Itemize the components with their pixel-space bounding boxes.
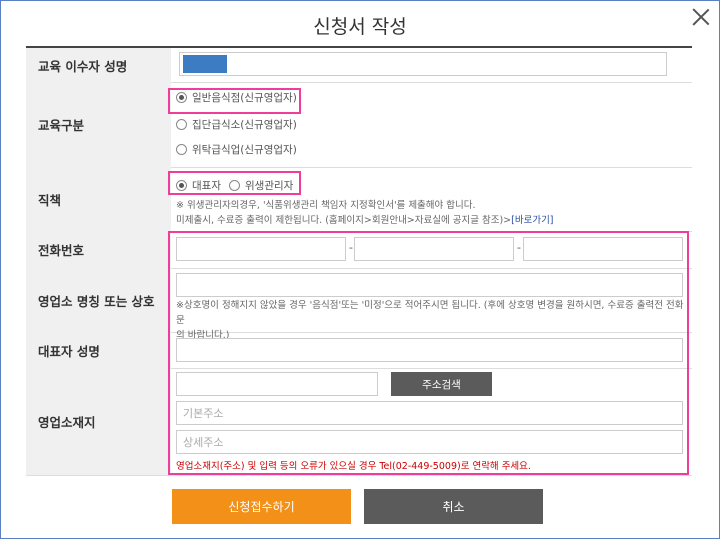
detail-address-input[interactable] [176, 430, 683, 454]
row-trainee-name: 교육 이수자 성명 [26, 48, 692, 83]
submit-application-button[interactable]: 신청접수하기 [172, 489, 351, 524]
address-warning: 영업소재지(주소) 및 입력 등의 오류가 있으실 경우 Tel(02-449-… [176, 461, 531, 472]
role-option-label: 대표자 [192, 180, 221, 192]
radio-unchecked-icon [229, 180, 240, 191]
row-phone: 전화번호 - - [26, 231, 692, 269]
role-note: ※ 위생관리자의경우, '식품위생관리 책임자 지정확인서'를 제출해야 합니다… [176, 198, 686, 228]
phone-label: 전화번호 [26, 231, 171, 268]
business-name-note-line1: ※상호명이 정해지지 않았을 경우 '음식점'또는 '미정'으로 적어주시면 됩… [176, 300, 684, 326]
business-name-input[interactable] [176, 273, 683, 297]
ceo-name-input[interactable] [176, 338, 683, 362]
shortcut-link[interactable]: [바로가기] [511, 215, 553, 226]
basic-address-input[interactable] [176, 401, 683, 425]
address-search-button[interactable]: 주소검색 [391, 372, 492, 396]
radio-checked-icon [176, 180, 187, 191]
edu-type-option-label: 위탁급식업(신규영업자) [192, 144, 297, 156]
radio-checked-icon [176, 92, 187, 103]
edu-type-option-label: 일반음식점(신규영업자) [192, 92, 297, 104]
phone-part1-input[interactable] [176, 237, 346, 261]
role-option-hygiene-manager[interactable]: 위생관리자 [229, 178, 293, 193]
edu-type-option-label: 집단급식소(신규영업자) [192, 119, 297, 131]
phone-part2-input[interactable] [354, 237, 514, 261]
edu-type-option-general[interactable]: 일반음식점(신규영업자) [176, 90, 297, 105]
application-form: 교육 이수자 성명 교육구분 일반음식점(신규영업자) 집단급식소(신규영업자)… [26, 46, 692, 476]
address-label: 영업소재지 [26, 368, 171, 475]
row-edu-type: 교육구분 일반음식점(신규영업자) 집단급식소(신규영업자) 위탁급식업(신규영… [26, 82, 692, 168]
row-role: 직책 대표자 위생관리자 ※ 위생관리자의경우, '식품위생관리 책임자 지정확… [26, 167, 692, 232]
dialog-title: 신청서 작성 [313, 16, 407, 38]
edu-type-option-consign[interactable]: 위탁급식업(신규영업자) [176, 142, 297, 157]
trainee-name-redacted [183, 55, 227, 73]
trainee-name-field[interactable] [179, 52, 667, 76]
edu-type-label: 교육구분 [26, 82, 171, 167]
role-option-ceo[interactable]: 대표자 [176, 178, 221, 193]
role-option-label: 위생관리자 [245, 180, 294, 192]
radio-unchecked-icon [176, 144, 187, 155]
trainee-name-label: 교육 이수자 성명 [26, 48, 171, 82]
phone-part3-input[interactable] [523, 237, 683, 261]
row-business-name: 영업소 명칭 또는 상호 ※상호명이 정해지지 않았을 경우 '음식점'또는 '… [26, 268, 692, 341]
phone-separator: - [349, 241, 353, 254]
role-note-line2: 미제출시, 수료증 출력이 제한됩니다. (홈페이지>회원안내>자료실에 공지글… [176, 215, 512, 226]
edu-type-option-group[interactable]: 집단급식소(신규영업자) [176, 117, 297, 132]
phone-separator: - [517, 241, 521, 254]
radio-unchecked-icon [176, 119, 187, 130]
ceo-name-label: 대표자 성명 [26, 332, 171, 368]
close-icon[interactable] [690, 6, 712, 28]
row-address: 영업소재지 주소검색 영업소재지(주소) 및 입력 등의 오류가 있으실 경우 … [26, 368, 692, 476]
business-name-label: 영업소 명칭 또는 상호 [26, 268, 171, 332]
role-label: 직책 [26, 167, 171, 231]
cancel-button[interactable]: 취소 [364, 489, 543, 524]
role-note-line1: ※ 위생관리자의경우, '식품위생관리 책임자 지정확인서'를 제출해야 합니다… [176, 200, 476, 211]
zipcode-input[interactable] [176, 372, 378, 396]
row-ceo-name: 대표자 성명 [26, 332, 692, 369]
